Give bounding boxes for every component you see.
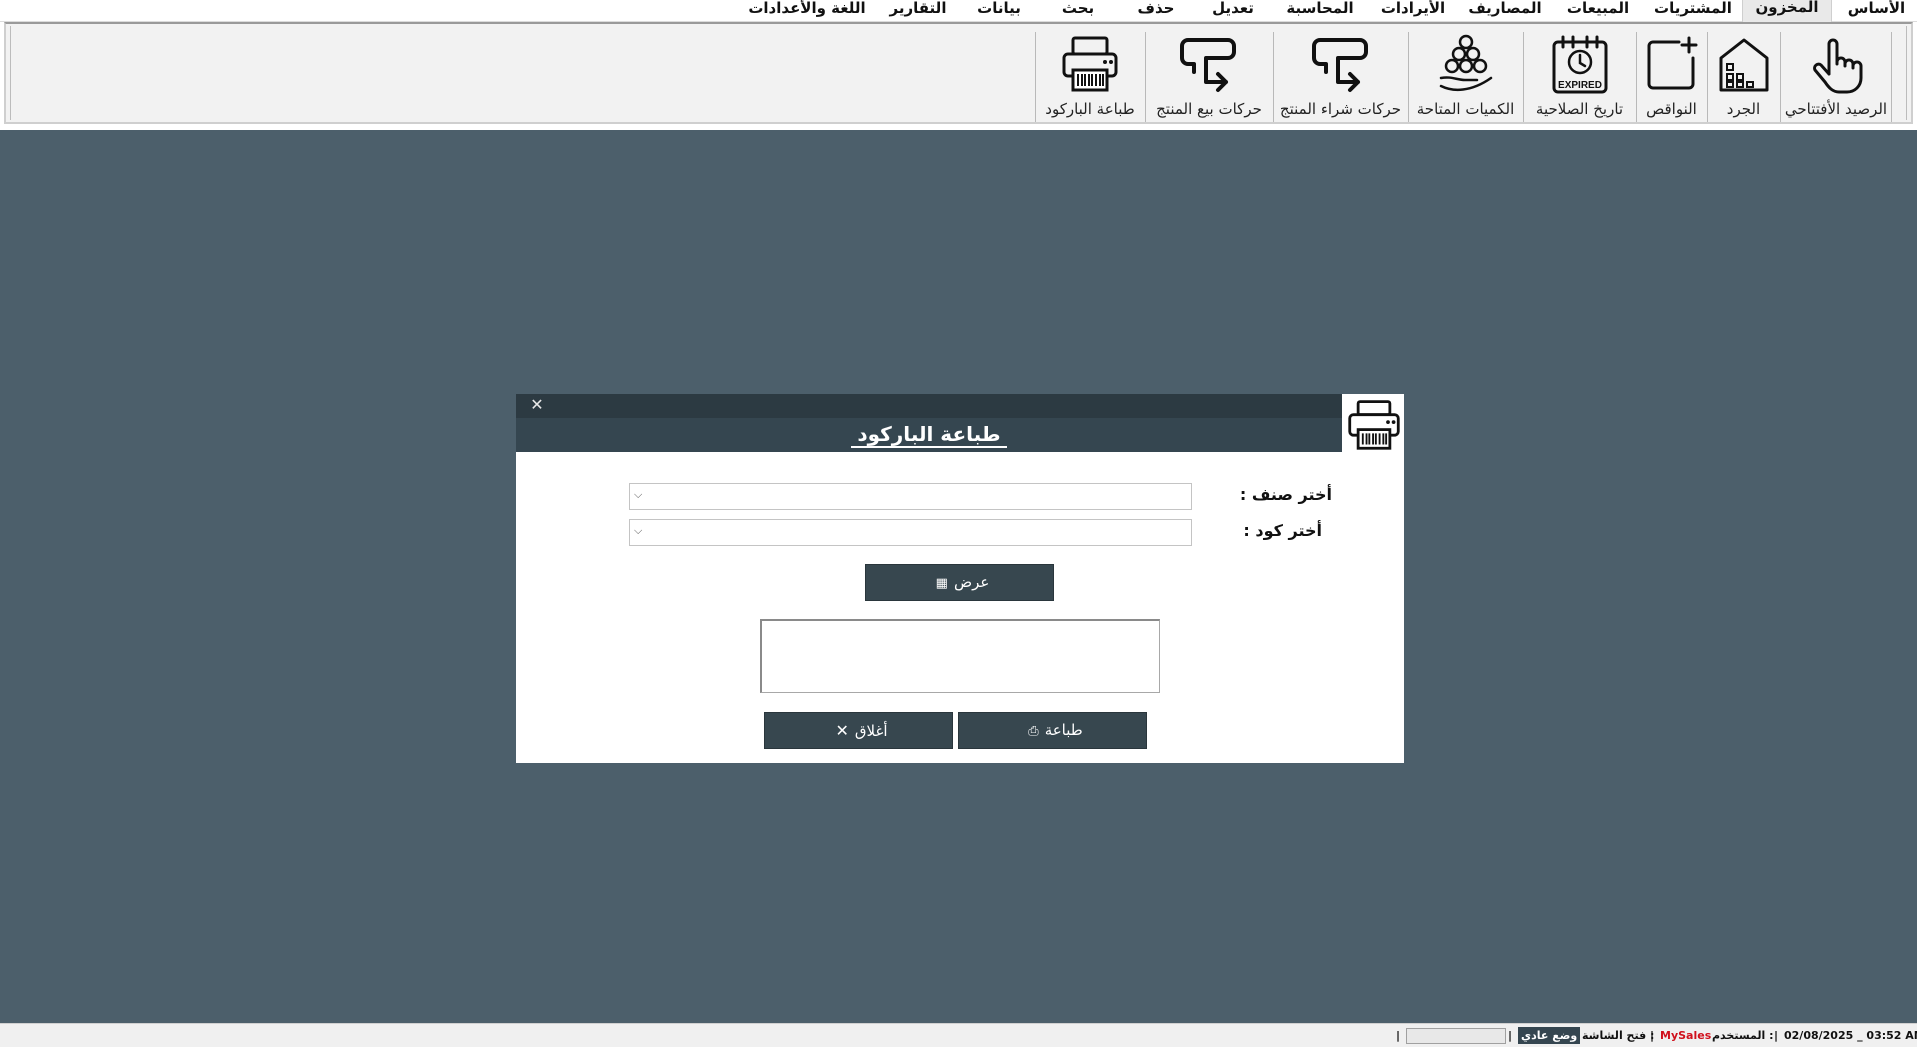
printer-icon bbox=[1062, 36, 1118, 92]
route-arrow-icon bbox=[1180, 38, 1236, 92]
ribbon-expiry-date-button[interactable]: EXPIRED تاريخ الصلاحية bbox=[1523, 32, 1635, 122]
close-icon[interactable]: ✕ bbox=[528, 396, 546, 414]
menu-inventory[interactable]: المخزون bbox=[1742, 0, 1832, 22]
menu-sales[interactable]: المبيعات bbox=[1554, 0, 1642, 22]
coins-hand-icon bbox=[1439, 34, 1492, 92]
ribbon-shortages-button[interactable]: النواقص bbox=[1636, 32, 1706, 122]
close-button[interactable]: أغلاق✕ bbox=[764, 712, 953, 749]
printer-icon: ⎙ bbox=[1028, 724, 1039, 739]
show-button[interactable]: عرض▦ bbox=[865, 564, 1054, 601]
code-select[interactable]: ⌵ bbox=[629, 519, 1192, 546]
category-select[interactable]: ⌵ bbox=[629, 483, 1192, 510]
status-user-value: MySales bbox=[1660, 1029, 1712, 1042]
dialog-title: طباعة الباركود bbox=[516, 420, 1342, 448]
hand-pointer-icon bbox=[1813, 38, 1863, 94]
category-label: أختر صنف : bbox=[1239, 485, 1332, 504]
barcode-print-dialog: ✕ طباعة الباركود أختر صنف : ⌵ أختر كود :… bbox=[516, 394, 1404, 763]
menu-purchases[interactable]: المشتريات bbox=[1646, 0, 1738, 22]
menu-bar: الأساس المخزون المشتريات المبيعات المصار… bbox=[0, 0, 1917, 22]
ribbon-label: النواقص bbox=[1646, 100, 1697, 118]
status-separator: | bbox=[1508, 1029, 1513, 1042]
chevron-down-icon: ⌵ bbox=[634, 524, 643, 537]
menu-search[interactable]: بحث bbox=[1040, 0, 1116, 22]
menu-data[interactable]: بيانات bbox=[962, 0, 1036, 22]
ribbon-label: طباعة الباركود bbox=[1045, 100, 1135, 118]
code-label: أختر كود : bbox=[1243, 521, 1322, 540]
menu-language-settings[interactable]: اللغة والأعدادات bbox=[740, 0, 874, 22]
ribbon-label: الرصيد الأفتتاحي bbox=[1784, 100, 1888, 118]
ribbon-label: الكميات المتاحة bbox=[1416, 100, 1515, 118]
ribbon-barcode-print-button[interactable]: طباعة الباركود bbox=[1035, 32, 1144, 122]
menu-revenues[interactable]: الأيرادات bbox=[1370, 0, 1456, 22]
status-input bbox=[1406, 1028, 1506, 1044]
chart-icon: ▦ bbox=[935, 576, 948, 591]
close-icon: ✕ bbox=[835, 721, 849, 740]
expired-calendar-icon: EXPIRED bbox=[1552, 35, 1607, 94]
printer-icon bbox=[1348, 400, 1400, 450]
menu-expenses[interactable]: المصاريف bbox=[1460, 0, 1550, 22]
route-arrow-icon bbox=[1311, 38, 1368, 92]
ribbon-label: حركات شراء المنتج bbox=[1279, 100, 1402, 118]
menu-delete[interactable]: حذف bbox=[1120, 0, 1192, 22]
status-mode-badge: وضع عادي bbox=[1518, 1027, 1581, 1044]
status-separator: | bbox=[1774, 1029, 1779, 1042]
dialog-titlebar: ✕ bbox=[516, 394, 1342, 418]
menu-edit[interactable]: تعديل bbox=[1196, 0, 1270, 22]
add-square-icon bbox=[1647, 36, 1697, 90]
ribbon-label: تاريخ الصلاحية bbox=[1535, 100, 1624, 118]
ribbon-available-qty-button[interactable]: الكميات المتاحة bbox=[1408, 32, 1522, 122]
svg-text:EXPIRED: EXPIRED bbox=[1558, 80, 1602, 91]
ribbon-sale-moves-button[interactable]: حركات بيع المنتج bbox=[1145, 32, 1272, 122]
status-datetime: 02/08/2025 _ 03:52 AM bbox=[1784, 1029, 1917, 1042]
menu-accounting[interactable]: المحاسبة bbox=[1274, 0, 1366, 22]
warehouse-icon bbox=[1719, 38, 1768, 92]
ribbon-stocktake-button[interactable]: الجرد bbox=[1707, 32, 1779, 122]
ribbon-label: حركات بيع المنتج bbox=[1156, 100, 1262, 118]
status-screen-label: فتح الشاشة : bbox=[1582, 1029, 1655, 1042]
ribbon-label: الجرد bbox=[1726, 100, 1761, 118]
dialog-header: طباعة الباركود bbox=[516, 418, 1342, 452]
barcode-preview bbox=[760, 619, 1160, 693]
print-button[interactable]: طباعة⎙ bbox=[958, 712, 1147, 749]
status-separator: | bbox=[1396, 1029, 1401, 1042]
chevron-down-icon: ⌵ bbox=[634, 488, 643, 501]
ribbon-toolbar: الرصيد الأفتتاحي الجرد النواقص EXPIRED ت… bbox=[4, 22, 1913, 124]
ribbon-opening-balance-button[interactable]: الرصيد الأفتتاحي bbox=[1780, 32, 1892, 122]
status-bar: 02/08/2025 _ 03:52 AM | المستخدم : MySal… bbox=[0, 1023, 1917, 1047]
status-user-label: المستخدم : bbox=[1712, 1029, 1774, 1042]
ribbon-purchase-moves-button[interactable]: حركات شراء المنتج bbox=[1273, 32, 1407, 122]
menu-basics[interactable]: الأساس bbox=[1836, 0, 1917, 22]
ribbon-group: الرصيد الأفتتاحي الجرد النواقص EXPIRED ت… bbox=[10, 26, 1907, 122]
menu-reports[interactable]: التقارير bbox=[878, 0, 958, 22]
